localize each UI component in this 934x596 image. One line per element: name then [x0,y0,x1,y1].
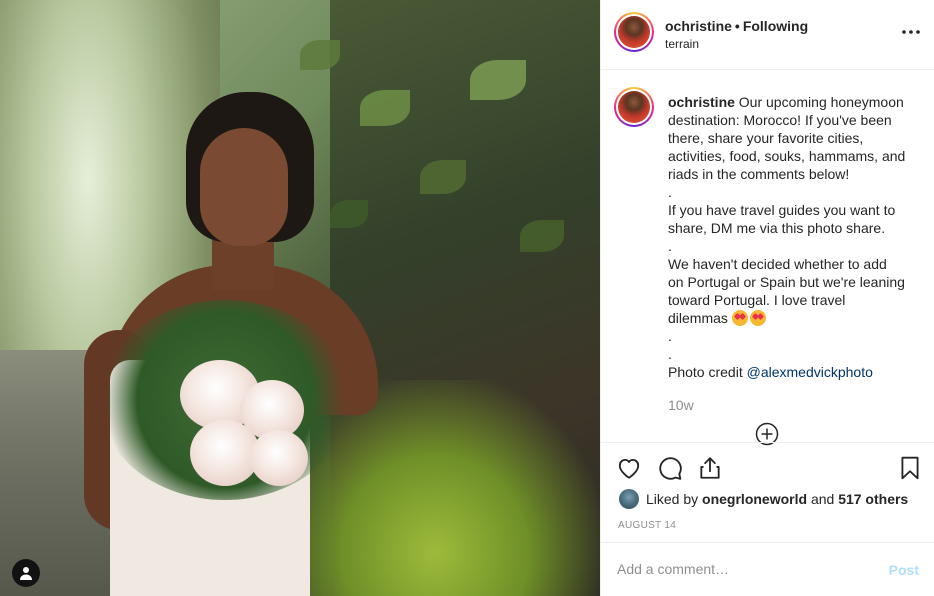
likes-others-button[interactable]: 517 others [838,491,908,507]
likes-joiner: and [810,491,835,507]
post-header: ochristine • Following terrain [601,0,934,70]
caption-line: toward Portugal. I love travel [668,292,846,308]
caption-username[interactable]: ochristine [668,94,735,110]
photo-leaf [330,200,368,228]
caption-avatar[interactable] [614,87,654,127]
post-photo[interactable] [0,0,600,596]
caption-line: riads in the comments below! [668,166,850,182]
post-comment-button[interactable]: Post [889,562,919,578]
caption-line: Photo credit @alexmedvickphoto [668,364,873,380]
caption-line: . [668,328,672,344]
caption-line: If you have travel guides you want to [668,202,896,218]
caption-text: ochristine Our upcoming honeymoon destin… [668,93,918,381]
photo-leaf [360,90,410,126]
caption-line: share, DM me via this photo share. [668,220,886,236]
header-separator: • [734,18,740,34]
caption-line: destination: Morocco! If you've been [668,112,892,128]
comment-icon[interactable] [657,455,683,481]
photo-leaf [300,40,340,70]
caption-line: . [668,184,672,200]
caption-section: ochristine Our upcoming honeymoon destin… [601,71,934,446]
caption-line: We haven't decided whether to add [668,256,887,272]
author-username[interactable]: ochristine [665,18,732,34]
caption-line: dilemmas [668,309,918,327]
caption-line: there, share your favorite cities, [668,130,864,146]
caption-line: ochristine Our upcoming honeymoon [668,94,904,110]
photo-leaf [520,220,564,252]
photo-bride-face [200,128,288,246]
caption-line: activities, food, souks, hammams, and [668,148,906,164]
liker-avatar[interactable] [619,489,639,509]
action-bar [601,442,934,490]
photo-leaf [470,60,526,100]
more-options-icon[interactable] [901,22,921,42]
user-tag-icon[interactable] [12,559,40,587]
photo-bouquet-rose [250,430,308,486]
caption-line: . [668,238,672,254]
caption-line: . [668,346,672,362]
post-sidebar: ochristine • Following terrain ochristine … [600,0,934,596]
heart-eyes-emoji [731,310,748,326]
bookmark-icon[interactable] [897,455,923,481]
author-avatar[interactable] [614,12,654,52]
likes-summary: Liked by onegrloneworld and 517 others [619,488,908,510]
heart-eyes-emoji [749,310,766,326]
photo-leaf [420,160,466,194]
liker-username[interactable]: onegrloneworld [702,491,807,507]
author-line: ochristine • Following [665,18,808,34]
comment-bar: Post [601,542,934,596]
follow-status-button[interactable]: Following [743,18,808,34]
heart-icon[interactable] [616,455,642,481]
caption-line: on Portugal or Spain but we're leaning [668,274,905,290]
caption-timestamp[interactable]: 10w [668,397,694,413]
photo-credit-mention-link[interactable]: @alexmedvickphoto [747,364,873,380]
likes-prefix: Liked by [646,491,699,507]
comment-input[interactable] [617,561,877,577]
post-date[interactable]: AUGUST 14 [618,520,676,531]
post-location[interactable]: terrain [665,37,699,51]
share-icon[interactable] [697,455,723,481]
